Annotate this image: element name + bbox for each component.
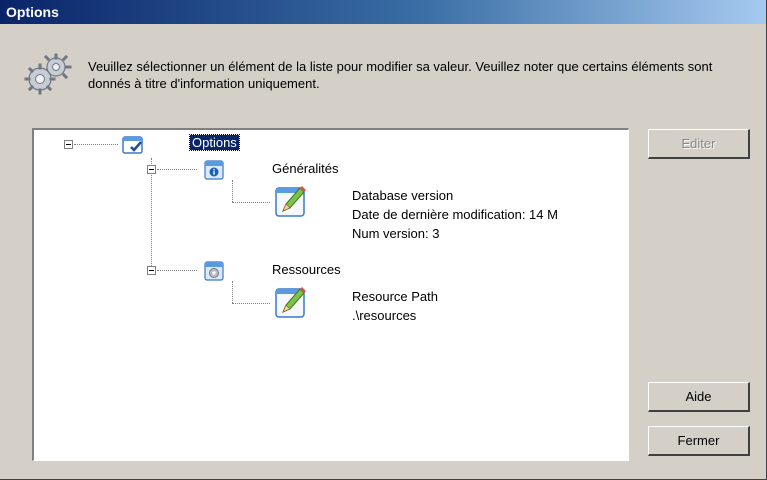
list-item: Num version: 3 xyxy=(352,226,440,241)
list-item: Date de dernière modification: 14 M xyxy=(352,207,558,222)
ressources-collapse-toggle[interactable] xyxy=(147,266,156,275)
tree-connector xyxy=(151,158,152,270)
options-tree[interactable]: Options Généralités Database version Dat… xyxy=(32,128,629,461)
tree-node-options[interactable]: Options xyxy=(189,134,240,151)
options-dialog: Options Veuillez sélectionner un élément… xyxy=(0,0,767,480)
generalites-collapse-toggle[interactable] xyxy=(147,165,156,174)
info-window-icon xyxy=(204,160,224,180)
tree-connector xyxy=(232,180,233,202)
list-item: Database version xyxy=(352,188,454,203)
gears-icon xyxy=(24,53,72,95)
ressources-values[interactable]: Resource Path .\resources xyxy=(352,287,438,325)
options-checklist-icon xyxy=(122,136,143,154)
edit-pencil-icon xyxy=(275,287,306,318)
help-button[interactable]: Aide xyxy=(648,382,750,412)
tree-connector xyxy=(74,144,118,145)
title-bar[interactable]: Options xyxy=(0,0,766,24)
edit-pencil-icon xyxy=(275,186,306,217)
tree-connector xyxy=(157,270,197,271)
tree-connector xyxy=(232,281,233,303)
tree-connector xyxy=(232,303,270,304)
tree-node-ressources[interactable]: Ressources xyxy=(272,262,341,277)
window-title: Options xyxy=(6,4,59,20)
generalites-values[interactable]: Database version Date de dernière modifi… xyxy=(352,186,558,243)
settings-window-icon xyxy=(204,261,224,281)
root-collapse-toggle[interactable] xyxy=(64,140,73,149)
list-item: .\resources xyxy=(352,308,417,323)
list-item: Resource Path xyxy=(352,289,438,304)
tree-node-generalites[interactable]: Généralités xyxy=(272,161,338,176)
instruction-text: Veuillez sélectionner un élément de la l… xyxy=(88,59,713,91)
close-button[interactable]: Fermer xyxy=(648,426,750,456)
tree-connector xyxy=(232,202,270,203)
edit-button[interactable]: Editer xyxy=(648,129,750,159)
tree-connector xyxy=(157,169,197,170)
